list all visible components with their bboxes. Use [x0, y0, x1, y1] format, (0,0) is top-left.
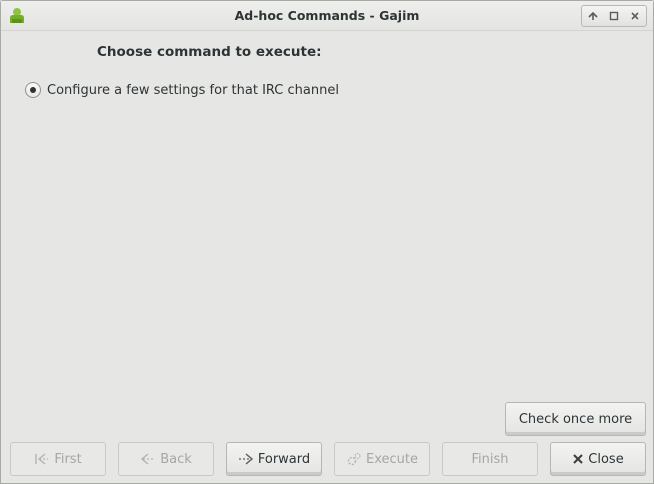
first-label: First: [54, 451, 82, 467]
radio-button-selected[interactable]: [25, 82, 41, 98]
command-option-label[interactable]: Configure a few settings for that IRC ch…: [47, 83, 339, 98]
check-once-more-label: Check once more: [518, 411, 633, 427]
forward-label: Forward: [257, 451, 311, 467]
first-icon: [34, 452, 50, 466]
window-controls: [581, 5, 647, 27]
execute-button[interactable]: Execute: [334, 442, 430, 476]
adhoc-commands-window: Ad-hoc Commands - Gajim Choose command t…: [0, 0, 654, 484]
window-title: Ad-hoc Commands - Gajim: [234, 8, 420, 23]
back-label: Back: [160, 451, 192, 467]
finish-button[interactable]: Finish: [442, 442, 538, 476]
back-button[interactable]: Back: [118, 442, 214, 476]
command-option-irc-configure[interactable]: Configure a few settings for that IRC ch…: [25, 82, 339, 98]
check-once-more-button[interactable]: Check once more: [505, 402, 646, 436]
first-button[interactable]: First: [10, 442, 106, 476]
maximize-icon[interactable]: [606, 8, 622, 24]
close-label: Close: [588, 451, 624, 467]
forward-icon: [238, 452, 254, 466]
execute-icon: [346, 451, 362, 467]
radio-dot: [30, 87, 36, 93]
back-icon: [140, 452, 156, 466]
minimize-icon[interactable]: [585, 8, 601, 24]
close-button[interactable]: Close: [550, 442, 646, 476]
close-icon[interactable]: [627, 8, 643, 24]
finish-label: Finish: [471, 451, 509, 467]
execute-label: Execute: [366, 451, 418, 467]
choose-command-heading: Choose command to execute:: [97, 44, 322, 60]
titlebar[interactable]: Ad-hoc Commands - Gajim: [1, 1, 653, 31]
forward-button[interactable]: Forward: [226, 442, 322, 476]
close-x-icon: [572, 453, 584, 465]
